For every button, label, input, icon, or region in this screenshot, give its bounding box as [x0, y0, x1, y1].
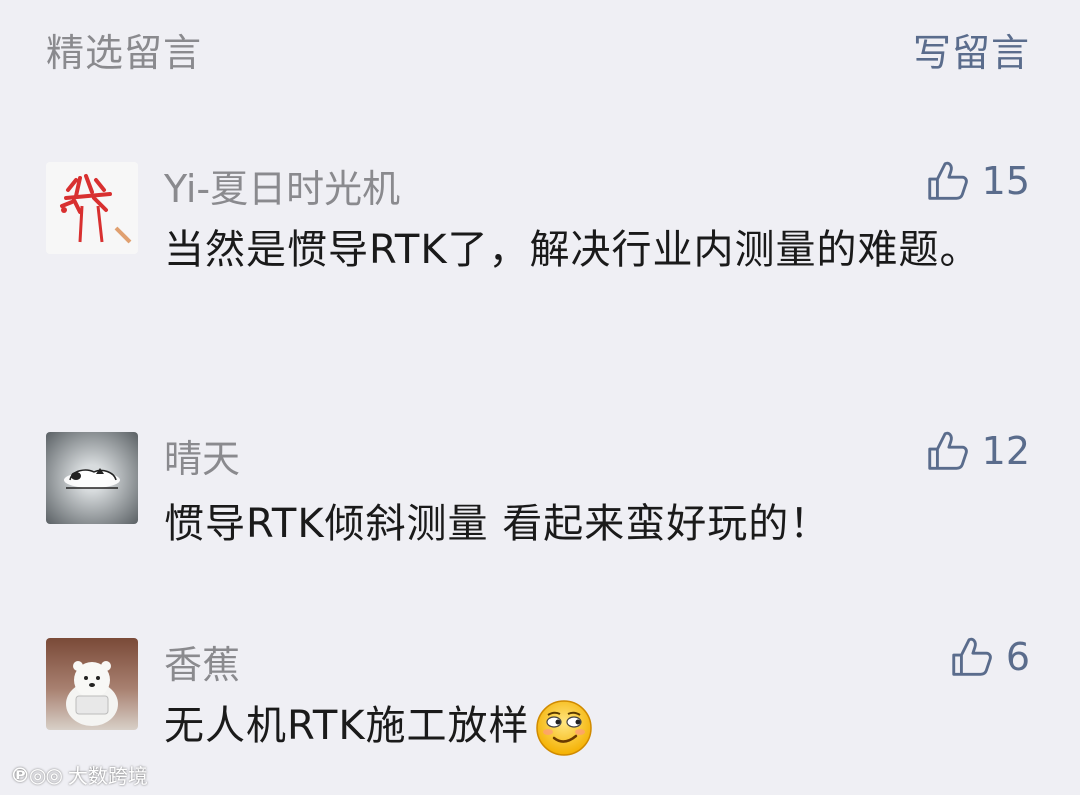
avatar[interactable] — [46, 638, 138, 730]
watermark: ℗◎◎ 大数跨境 — [10, 760, 148, 789]
thumbs-up-icon — [927, 161, 968, 200]
watermark-text: 大数跨境 — [67, 764, 148, 788]
thumbs-up-icon — [952, 637, 992, 676]
comment-content: 惯导RTK倾斜测量 看起来蛮好玩的！ — [164, 501, 831, 547]
like-count: 15 — [981, 159, 1030, 203]
snoopy-sleeping-avatar-icon — [64, 468, 120, 489]
comment-nickname: 香蕉 — [164, 643, 241, 687]
like-button[interactable]: 15 — [924, 158, 1030, 204]
polar-bear-avatar-icon — [66, 661, 118, 726]
like-count: 6 — [1005, 635, 1030, 679]
like-button[interactable]: 6 — [948, 634, 1030, 680]
header-title: 精选留言 — [46, 31, 203, 75]
avatar[interactable] — [46, 432, 138, 524]
watermark-logo-icon: ℗◎◎ — [10, 762, 63, 787]
thumbs-up-icon — [927, 431, 968, 470]
red-doodle-avatar-icon — [46, 162, 138, 254]
like-count: 12 — [981, 429, 1030, 473]
write-comment-link[interactable]: 写留言 — [913, 22, 1030, 77]
like-button[interactable]: 12 — [924, 428, 1030, 474]
comment-text: 无人机RTK施工放样 — [164, 703, 530, 749]
comment-content: 当然是惯导RTK了，解决行业内测量的难题。 — [164, 227, 981, 273]
smirk-face-emoji-icon — [535, 700, 592, 756]
avatar[interactable] — [46, 162, 138, 254]
comment-nickname: Yi-夏日时光机 — [164, 167, 401, 211]
comment-nickname: 晴天 — [164, 437, 241, 481]
comment-content: 无人机RTK施工放样 — [164, 696, 1034, 758]
